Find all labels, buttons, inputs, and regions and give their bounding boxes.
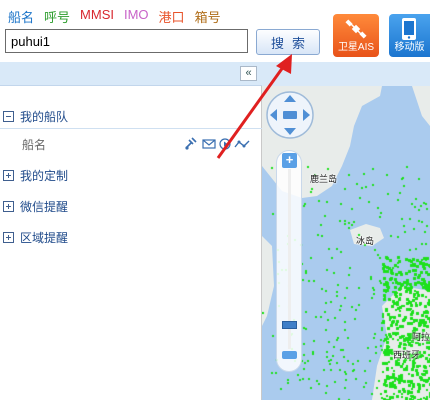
- expand-icon[interactable]: [3, 169, 14, 181]
- zoom-thumb[interactable]: [282, 321, 297, 329]
- tab-call-sign[interactable]: 呼号: [44, 7, 70, 26]
- ship-name-column-label: 船名: [22, 138, 47, 152]
- wechat-alert-label: 微信提醒: [20, 199, 69, 214]
- panel-toolbar: «: [0, 62, 262, 86]
- my-fleet-label: 我的船队: [20, 109, 69, 124]
- tab-container-no[interactable]: 箱号: [195, 7, 221, 26]
- satellite-ais-label: 卫星AIS: [337, 42, 375, 53]
- area-alert-label: 区域提醒: [20, 230, 69, 245]
- search-button[interactable]: 搜索: [256, 29, 320, 55]
- map-pan-control[interactable]: [265, 90, 315, 140]
- search-type-tabs: 船名 呼号 MMSI IMO 港口 箱号: [8, 7, 221, 26]
- tree-item-my-fleet[interactable]: 我的船队: [3, 106, 68, 126]
- tab-ship-name[interactable]: 船名: [8, 7, 34, 26]
- expand-icon[interactable]: [3, 231, 14, 243]
- search-input[interactable]: [5, 29, 248, 53]
- tab-imo[interactable]: IMO: [124, 7, 149, 26]
- map-top-strip: [262, 62, 430, 86]
- sidebar-panel: 我的船队 船名 我的定制 微信提醒 区域提醒: [0, 86, 262, 400]
- mobile-version-button[interactable]: 移动版: [389, 14, 430, 57]
- satellite-track-icon[interactable]: [183, 136, 199, 152]
- map-label-iceland: 冰岛: [356, 236, 375, 246]
- zoom-in-icon[interactable]: +: [282, 153, 297, 168]
- tab-mmsi[interactable]: MMSI: [80, 7, 114, 26]
- zoom-slider[interactable]: +: [276, 150, 302, 372]
- tree-item-my-custom[interactable]: 我的定制: [3, 165, 68, 185]
- app-root: 船名 呼号 MMSI IMO 港口 箱号 搜索 卫星AIS 移动版: [0, 0, 430, 400]
- divider: [0, 128, 262, 129]
- mobile-version-label: 移动版: [394, 42, 425, 53]
- mail-icon[interactable]: [202, 138, 216, 150]
- pan-center-icon[interactable]: [283, 111, 297, 119]
- tab-port[interactable]: 港口: [159, 7, 185, 26]
- map-label-deer-island: 鹿兰岛: [310, 174, 338, 184]
- play-icon[interactable]: [219, 138, 231, 150]
- map-label-alaska: 阿拉斯: [412, 332, 430, 342]
- route-icon[interactable]: [234, 138, 250, 150]
- satellite-icon: [345, 19, 367, 39]
- my-custom-label: 我的定制: [20, 168, 69, 183]
- fleet-tools: [183, 136, 250, 152]
- top-header: 船名 呼号 MMSI IMO 港口 箱号 搜索 卫星AIS 移动版: [0, 0, 430, 62]
- zoom-out-icon[interactable]: [282, 351, 297, 359]
- satellite-ais-button[interactable]: 卫星AIS: [333, 14, 379, 57]
- collapse-icon[interactable]: [3, 110, 14, 122]
- tree-item-area-alert[interactable]: 区域提醒: [3, 227, 68, 247]
- map-label-spain: 西班牙: [393, 350, 421, 360]
- tree-item-wechat-alert[interactable]: 微信提醒: [3, 196, 68, 216]
- collapse-panel-button[interactable]: «: [240, 66, 257, 81]
- expand-icon[interactable]: [3, 200, 14, 212]
